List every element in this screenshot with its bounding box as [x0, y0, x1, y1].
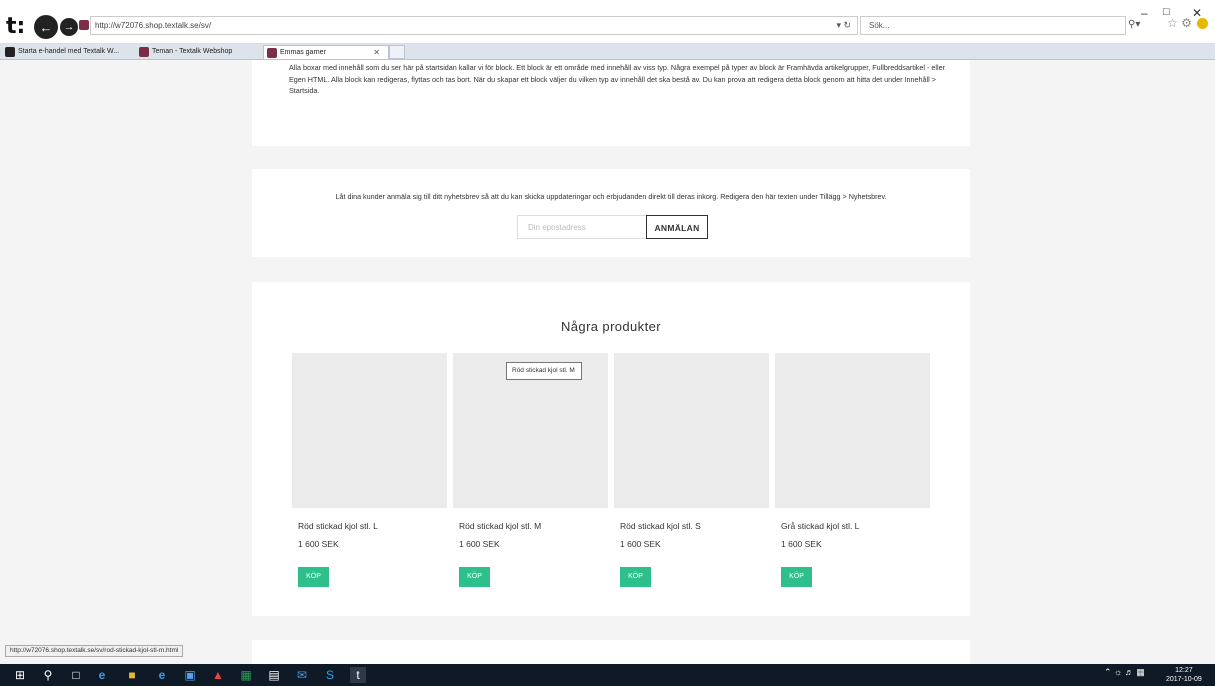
product-name[interactable]: Röd stickad kjol stl. S	[620, 521, 701, 531]
product-price: 1 600 SEK	[459, 539, 500, 549]
search-input[interactable]: Sök...	[860, 16, 1126, 35]
favorites-icon[interactable]: ☆ ⚙	[1167, 16, 1192, 30]
new-tab-button[interactable]	[389, 45, 405, 59]
excel-icon[interactable]: ▦	[238, 667, 254, 683]
browser-toolbar: t: ← → http://w72076.shop.textalk.se/sv/…	[0, 0, 1215, 44]
textalk-taskbar-icon[interactable]: t	[350, 667, 366, 683]
product-image[interactable]	[614, 353, 769, 508]
feedback-smiley-icon[interactable]	[1197, 18, 1208, 29]
acrobat-icon[interactable]: ▲	[210, 667, 226, 683]
tab-close-icon[interactable]: ✕	[373, 48, 380, 57]
site-favicon-icon	[79, 20, 89, 30]
search-icon[interactable]: ⚲	[40, 667, 56, 683]
product-name[interactable]: Grå stickad kjol stl. L	[781, 521, 859, 531]
tab-favicon-icon	[5, 47, 15, 57]
tab-teman[interactable]: Teman - Textalk Webshop	[136, 45, 262, 59]
clock[interactable]: 12:27 2017-10-09	[1166, 666, 1202, 684]
product-name[interactable]: Röd stickad kjol stl. M	[459, 521, 541, 531]
refresh-icon[interactable]: ▾ ↻	[836, 20, 851, 31]
windows-start-icon[interactable]: ⊞	[12, 667, 28, 683]
app-icon[interactable]: ▣	[182, 667, 198, 683]
internet-explorer-icon[interactable]: e	[154, 667, 170, 683]
product-price: 1 600 SEK	[620, 539, 661, 549]
skype-icon[interactable]: S	[322, 667, 338, 683]
tab-favicon-icon	[139, 47, 149, 57]
intro-block: Alla boxar med innehåll som du ser här p…	[252, 60, 970, 146]
buy-button[interactable]: KÖP	[620, 567, 651, 587]
textalk-logo-icon: t:	[6, 14, 26, 39]
signup-button[interactable]: ANMÄLAN	[646, 215, 708, 239]
minimize-button[interactable]: –	[1141, 6, 1148, 20]
tab-emmas-garner[interactable]: Emmas garner ✕	[263, 45, 389, 59]
product-image[interactable]	[775, 353, 930, 508]
store-icon[interactable]: ▤	[266, 667, 282, 683]
tab-label: Emmas garner	[280, 49, 326, 56]
task-view-icon[interactable]: □	[68, 667, 84, 683]
address-url: http://w72076.shop.textalk.se/sv/	[95, 21, 212, 30]
buy-button[interactable]: KÖP	[298, 567, 329, 587]
tab-starta-e-handel[interactable]: Starta e-handel med Textalk W...	[2, 45, 134, 59]
products-block: Några produkter Röd stickad kjol stl. L …	[252, 282, 970, 616]
clock-time: 12:27	[1175, 667, 1193, 674]
edge-icon[interactable]: e	[94, 667, 110, 683]
system-tray-icons[interactable]: ⌃ ☼ ♬ ▦	[1104, 667, 1145, 678]
buy-button[interactable]: KÖP	[459, 567, 490, 587]
product-price: 1 600 SEK	[781, 539, 822, 549]
tab-label: Starta e-handel med Textalk W...	[18, 48, 120, 55]
forward-button[interactable]: →	[60, 18, 78, 36]
products-heading: Några produkter	[561, 319, 661, 334]
search-placeholder: Sök...	[869, 21, 890, 30]
mail-icon[interactable]: ✉	[294, 667, 310, 683]
newsletter-block: Låt dina kunder anmäla sig till ditt nyh…	[252, 169, 970, 257]
product-name[interactable]: Röd stickad kjol stl. L	[298, 521, 378, 531]
product-card[interactable]: Röd stickad kjol stl. S 1 600 SEK KÖP	[614, 353, 769, 587]
search-icon[interactable]: ⚲▾	[1128, 19, 1140, 30]
next-block	[252, 640, 970, 664]
tab-favicon-icon	[267, 48, 277, 58]
clock-date: 2017-10-09	[1166, 676, 1202, 683]
product-image[interactable]	[292, 353, 447, 508]
address-bar[interactable]: http://w72076.shop.textalk.se/sv/ ▾ ↻	[90, 16, 858, 35]
tab-bar: Starta e-handel med Textalk W... Teman -…	[0, 44, 1215, 60]
product-card[interactable]: Röd stickad kjol stl. L 1 600 SEK KÖP	[292, 353, 447, 587]
product-card[interactable]: Grå stickad kjol stl. L 1 600 SEK KÖP	[775, 353, 930, 587]
intro-text: Alla boxar med innehåll som du ser här p…	[289, 63, 945, 95]
email-input[interactable]: Din epostadress	[517, 215, 647, 239]
status-bar-url: http://w72076.shop.textalk.se/sv/rod-sti…	[5, 645, 184, 657]
product-tooltip: Röd stickad kjol stl. M	[506, 362, 582, 380]
file-explorer-icon[interactable]: ■	[124, 667, 140, 683]
taskbar: ⊞ ⚲ □ e ■ e ▣ ▲ ▦ ▤ ✉ S t ⌃ ☼ ♬ ▦ 12:27 …	[0, 664, 1215, 686]
product-price: 1 600 SEK	[298, 539, 339, 549]
buy-button[interactable]: KÖP	[781, 567, 812, 587]
newsletter-text: Låt dina kunder anmäla sig till ditt nyh…	[335, 192, 887, 201]
tab-label: Teman - Textalk Webshop	[152, 48, 233, 55]
back-button[interactable]: ←	[34, 15, 58, 39]
email-placeholder: Din epostadress	[528, 223, 586, 232]
